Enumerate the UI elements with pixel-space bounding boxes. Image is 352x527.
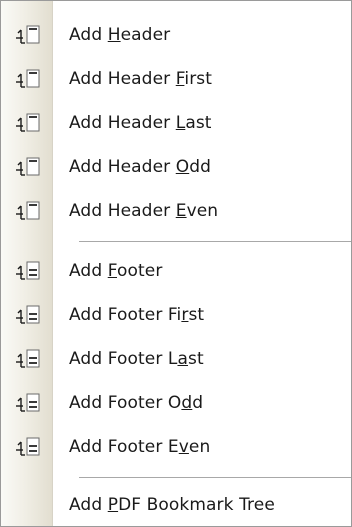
menu-item-label: Add Header xyxy=(69,25,171,45)
menu-item-add-header[interactable]: Add Header xyxy=(1,13,352,57)
menu-item-label: Add Header Odd xyxy=(69,157,212,177)
menu-item-label: Add Footer xyxy=(69,261,163,281)
menu-separator xyxy=(79,477,351,478)
add-header-icon xyxy=(16,25,40,44)
add-footer-icon xyxy=(16,393,40,412)
menu-item-add-header-even[interactable]: Add Header Even xyxy=(1,189,352,233)
add-header-icon xyxy=(16,157,40,176)
menu-item-add-footer-even[interactable]: Add Footer Even xyxy=(1,425,352,469)
menu-item-add-header-odd[interactable]: Add Header Odd xyxy=(1,145,352,189)
menu-separator xyxy=(79,241,351,242)
menu-item-add-footer[interactable]: Add Footer xyxy=(1,249,352,293)
menu-item-label: Add Header Last xyxy=(69,113,212,133)
add-footer-icon xyxy=(16,305,40,324)
add-header-icon xyxy=(16,69,40,88)
add-header-icon xyxy=(16,113,40,132)
add-footer-icon xyxy=(16,437,40,456)
menu-item-add-header-first[interactable]: Add Header First xyxy=(1,57,352,101)
menu-item-label: Add Footer Odd xyxy=(69,393,204,413)
menu-item-label: Add Footer Last xyxy=(69,349,204,369)
menu-item-add-footer-last[interactable]: Add Footer Last xyxy=(1,337,352,381)
menu-item-add-footer-odd[interactable]: Add Footer Odd xyxy=(1,381,352,425)
add-header-icon xyxy=(16,201,40,220)
menu-item-add-footer-first[interactable]: Add Footer First xyxy=(1,293,352,337)
menu-item-add-header-last[interactable]: Add Header Last xyxy=(1,101,352,145)
menu-item-label: Add Header First xyxy=(69,69,213,89)
add-footer-icon xyxy=(16,261,40,280)
menu-item-label: Add Header Even xyxy=(69,201,219,221)
menu-item-add-pdf-bookmark-tree[interactable]: Add PDF Bookmark Tree xyxy=(1,483,352,527)
context-menu: Add Header Add Header First Add Header L… xyxy=(0,0,352,527)
add-footer-icon xyxy=(16,349,40,368)
menu-item-label: Add Footer First xyxy=(69,305,205,325)
menu-item-label: Add Footer Even xyxy=(69,437,211,457)
menu-item-label: Add PDF Bookmark Tree xyxy=(69,495,275,515)
